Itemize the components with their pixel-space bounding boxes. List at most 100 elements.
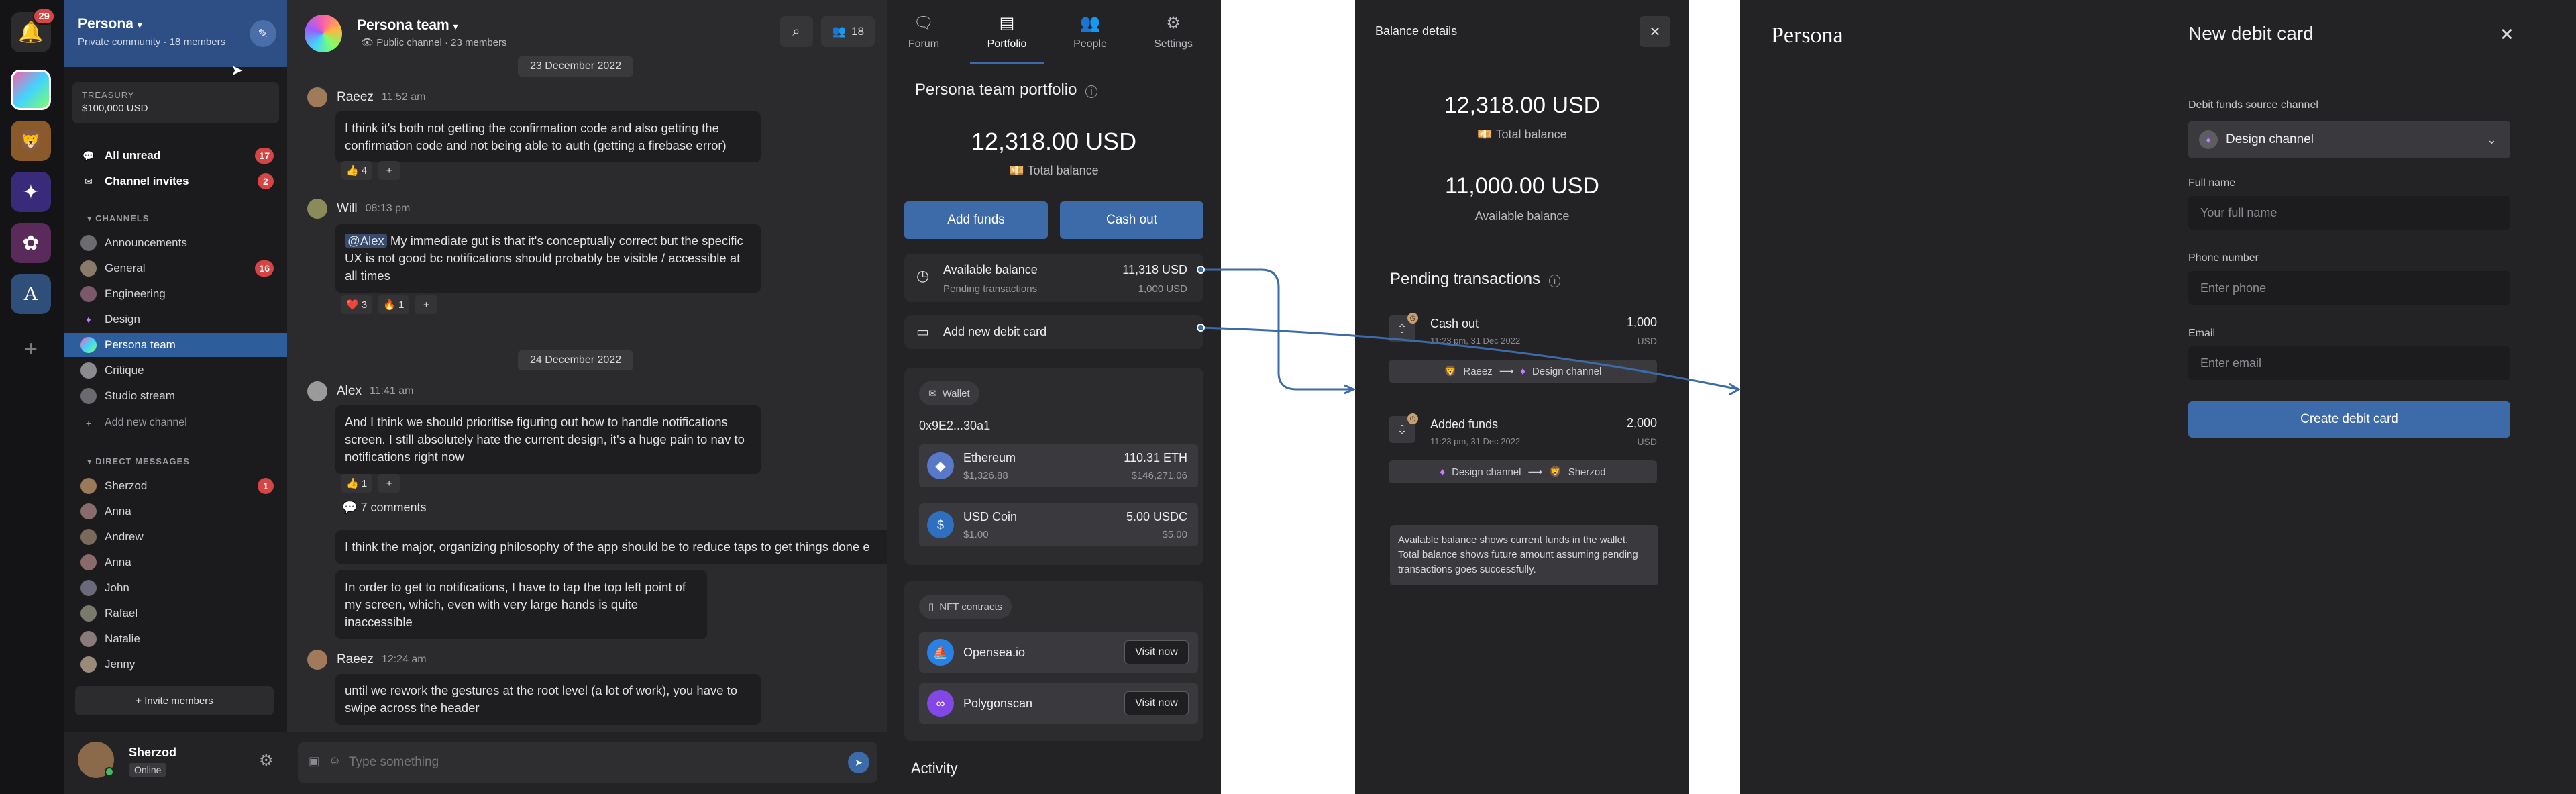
sidebar-item-dm-anna[interactable]: Anna (72, 499, 279, 524)
server-sparkle[interactable]: ✦ (11, 172, 51, 212)
channel-title[interactable]: Persona team ▾ (357, 17, 458, 34)
transaction-item[interactable]: ⇩ ◷ Added funds 11:23 pm, 31 Dec 2022 2,… (1389, 413, 1657, 487)
reaction-chip[interactable]: ❤️ 3 (341, 295, 373, 314)
pending-label: Pending transactions (943, 283, 1038, 295)
dm-section-header[interactable]: ▾ DIRECT MESSAGES (87, 456, 190, 467)
sidebar-item-persona-team[interactable]: Persona team (64, 333, 287, 357)
message-time: 12:24 am (381, 654, 427, 665)
sidebar-item-general[interactable]: General 16 (72, 256, 279, 281)
image-icon[interactable]: ▣ (309, 754, 320, 768)
message-bubble[interactable]: I think the major, organizing philosophy… (335, 530, 887, 564)
add-channel-button[interactable]: + Add new channel (72, 411, 279, 435)
visit-now-button[interactable]: Visit now (1124, 640, 1189, 664)
info-icon[interactable]: i (1085, 85, 1097, 98)
user-status-badge[interactable]: Online (129, 763, 167, 777)
transaction-from: Design channel (1452, 466, 1521, 478)
tab-people[interactable]: 👥 People (1053, 13, 1127, 50)
add-server-button[interactable]: + (11, 329, 51, 369)
close-icon[interactable]: ✕ (2500, 24, 2514, 45)
message-bubble[interactable]: And I think we should prioritise figurin… (335, 405, 761, 474)
server-lion[interactable]: 🦁 (11, 121, 51, 161)
sidebar-item-studio-stream[interactable]: Studio stream (72, 384, 279, 408)
full-name-input[interactable] (2188, 196, 2510, 230)
tab-portfolio[interactable]: ▤ Portfolio (970, 13, 1044, 50)
members-button[interactable]: 👥 18 (821, 16, 875, 47)
sidebar-item-dm-rafael[interactable]: Rafael (72, 601, 279, 626)
send-icon[interactable]: ➤ (848, 752, 869, 773)
sidebar-item-dm-andrew[interactable]: Andrew (72, 525, 279, 549)
avatar[interactable] (307, 87, 327, 107)
reaction-chip[interactable]: 👍 4 (341, 161, 373, 180)
wallet-address[interactable]: 0x9E2...30a1 (919, 419, 990, 433)
add-reaction-button[interactable]: + (415, 295, 438, 314)
community-name[interactable]: Persona ▾ (78, 16, 142, 32)
comments-link[interactable]: 💬 7 comments (342, 501, 426, 515)
mention-chip[interactable]: @Alex (345, 234, 387, 248)
visit-now-button[interactable]: Visit now (1124, 691, 1189, 715)
portfolio-title-text: Persona team portfolio (915, 81, 1077, 99)
avatar[interactable] (307, 199, 327, 219)
reaction-chip[interactable]: 👍 1 (341, 474, 373, 493)
avatar[interactable] (307, 381, 327, 401)
avatar[interactable] (307, 650, 327, 670)
reaction-chip[interactable]: 🔥 1 (378, 295, 410, 314)
compose-button[interactable]: ✎ (250, 20, 276, 47)
message-bubble[interactable]: until we rework the gestures at the root… (335, 674, 761, 725)
emoji-icon[interactable]: ☺ (329, 754, 341, 768)
sidebar-item-design[interactable]: ♦ Design (72, 307, 279, 332)
search-button[interactable]: ⌕ (780, 16, 813, 47)
server-a[interactable]: A (11, 274, 51, 314)
channel-invites-item[interactable]: ✉ Channel invites 2 (72, 169, 279, 193)
message-input[interactable] (349, 750, 818, 775)
email-label: Email (2188, 328, 2216, 339)
sidebar-item-dm-jenny[interactable]: Jenny (72, 652, 279, 677)
sidebar-item-dm-anna-2[interactable]: Anna (72, 550, 279, 575)
tab-label: Settings (1154, 38, 1193, 50)
server-persona[interactable] (11, 70, 51, 110)
sidebar-item-engineering[interactable]: Engineering (72, 282, 279, 306)
all-unread-item[interactable]: 💬 All unread 17 (72, 144, 279, 168)
email-input[interactable] (2188, 346, 2510, 380)
notifications-button[interactable]: 🔔 29 (11, 8, 55, 52)
transaction-item[interactable]: ⇧ ◷ Cash out 11:23 pm, 31 Dec 2022 1,000… (1389, 313, 1657, 387)
message-author[interactable]: Raeez (337, 652, 374, 667)
community-header[interactable]: Persona ▾ Private community · 18 members… (64, 0, 287, 67)
add-debit-card-button[interactable]: ▭ Add new debit card (904, 315, 1203, 349)
transaction-time: 11:23 pm, 31 Dec 2022 (1430, 436, 1521, 446)
gear-icon[interactable]: ⚙ (259, 751, 274, 771)
message-bubble[interactable]: @Alex My immediate gut is that it's conc… (335, 224, 761, 293)
channels-section-header[interactable]: ▾ CHANNELS (87, 213, 149, 224)
info-icon[interactable]: i (1548, 275, 1561, 287)
message-bubble[interactable]: I think it's both not getting the confir… (335, 111, 761, 162)
add-funds-button[interactable]: Add funds (904, 201, 1048, 239)
message-bubble[interactable]: In order to get to notifications, I have… (335, 570, 707, 639)
tab-forum[interactable]: 🗨 Forum (887, 13, 961, 50)
total-balance-label: 💴 Total balance (1355, 128, 1689, 142)
sidebar-item-critique[interactable]: Critique (72, 358, 279, 383)
balance-details-title: Balance details (1375, 24, 1458, 38)
asset-row[interactable]: $ USD Coin $1.00 5.00 USDC $5.00 (919, 503, 1198, 546)
sidebar-item-dm-john[interactable]: John (72, 576, 279, 600)
source-channel-select[interactable]: ♦ Design channel ⌄ (2188, 121, 2510, 158)
add-reaction-button[interactable]: + (378, 474, 401, 493)
treasury-card[interactable]: TREASURY $100,000 USD (72, 82, 279, 123)
message-author[interactable]: Raeez (337, 90, 374, 105)
asset-row[interactable]: ◆ Ethereum $1,326.88 110.31 ETH $146,271… (919, 444, 1198, 487)
community-name-text: Persona (78, 16, 133, 32)
add-reaction-button[interactable]: + (378, 161, 401, 180)
close-button[interactable]: ✕ (1640, 16, 1670, 47)
invite-members-button[interactable]: + Invite members (75, 686, 274, 715)
server-purple[interactable]: ✿ (11, 223, 51, 263)
message-author[interactable]: Will (337, 201, 358, 216)
available-balance-card[interactable]: ◷ Available balance 11,318 USD Pending t… (904, 254, 1203, 302)
cash-out-button[interactable]: Cash out (1060, 201, 1203, 239)
tab-settings[interactable]: ⚙ Settings (1136, 13, 1210, 50)
sidebar-item-announcements[interactable]: Announcements (72, 231, 279, 255)
sidebar-item-dm-sherzod[interactable]: Sherzod 1 (72, 474, 279, 498)
message-author[interactable]: Alex (337, 384, 362, 399)
create-debit-card-button[interactable]: Create debit card (2188, 401, 2510, 438)
channel-meta: 👁 Public channel · 23 members (361, 36, 507, 48)
reactions-row: 👍 1 + (341, 474, 401, 493)
phone-input[interactable] (2188, 271, 2510, 305)
sidebar-item-dm-natalie[interactable]: Natalie (72, 627, 279, 651)
